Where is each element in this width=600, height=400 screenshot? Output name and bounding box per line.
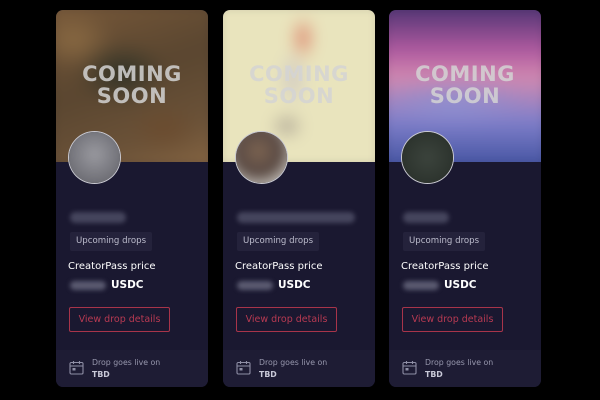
coming-soon-line1: COMING bbox=[415, 62, 515, 86]
view-drop-details-button[interactable]: View drop details bbox=[402, 307, 503, 332]
price-currency: USDC bbox=[278, 279, 311, 291]
coming-soon-line1: COMING bbox=[249, 62, 349, 86]
calendar-icon bbox=[236, 361, 251, 375]
creator-name-redacted bbox=[237, 212, 355, 223]
creator-avatar[interactable] bbox=[235, 131, 288, 184]
drop-live-date: TBD bbox=[92, 370, 110, 379]
price-label: CreatorPass price bbox=[401, 261, 489, 272]
drop-live-footer: Drop goes live on TBD bbox=[56, 350, 208, 387]
creator-name-redacted bbox=[70, 212, 126, 223]
drop-live-footer: Drop goes live on TBD bbox=[223, 350, 375, 387]
drop-live-date: TBD bbox=[425, 370, 443, 379]
coming-soon-line2: SOON bbox=[263, 84, 335, 108]
view-drop-details-button[interactable]: View drop details bbox=[236, 307, 337, 332]
price-value-redacted bbox=[237, 281, 273, 290]
calendar-icon bbox=[402, 361, 417, 375]
drop-live-label: Drop goes live on bbox=[259, 358, 328, 367]
calendar-icon bbox=[69, 361, 84, 375]
drop-live-label: Drop goes live on bbox=[425, 358, 494, 367]
price-currency: USDC bbox=[444, 279, 477, 291]
price-label: CreatorPass price bbox=[235, 261, 323, 272]
drop-card[interactable]: COMING SOON Upcoming drops CreatorPass p… bbox=[389, 10, 541, 387]
upcoming-drops-tag: Upcoming drops bbox=[237, 232, 320, 251]
coming-soon-line1: COMING bbox=[82, 62, 182, 86]
price-label: CreatorPass price bbox=[68, 261, 156, 272]
coming-soon-overlay: COMING SOON bbox=[389, 63, 541, 107]
coming-soon-line2: SOON bbox=[96, 84, 168, 108]
upcoming-drops-tag: Upcoming drops bbox=[403, 232, 486, 251]
drop-live-footer: Drop goes live on TBD bbox=[389, 350, 541, 387]
coming-soon-overlay: COMING SOON bbox=[223, 63, 375, 107]
coming-soon-line2: SOON bbox=[429, 84, 501, 108]
price-value-redacted bbox=[403, 281, 439, 290]
price-value-redacted bbox=[70, 281, 106, 290]
drop-live-label: Drop goes live on bbox=[92, 358, 161, 367]
price-currency: USDC bbox=[111, 279, 144, 291]
upcoming-drops-tag: Upcoming drops bbox=[70, 232, 153, 251]
drop-card[interactable]: COMING SOON Upcoming drops CreatorPass p… bbox=[223, 10, 375, 387]
creator-avatar[interactable] bbox=[401, 131, 454, 184]
creator-name-redacted bbox=[403, 212, 449, 223]
view-drop-details-button[interactable]: View drop details bbox=[69, 307, 170, 332]
drop-live-date: TBD bbox=[259, 370, 277, 379]
drop-card[interactable]: COMING SOON Upcoming drops CreatorPass p… bbox=[56, 10, 208, 387]
creator-avatar[interactable] bbox=[68, 131, 121, 184]
coming-soon-overlay: COMING SOON bbox=[56, 63, 208, 107]
